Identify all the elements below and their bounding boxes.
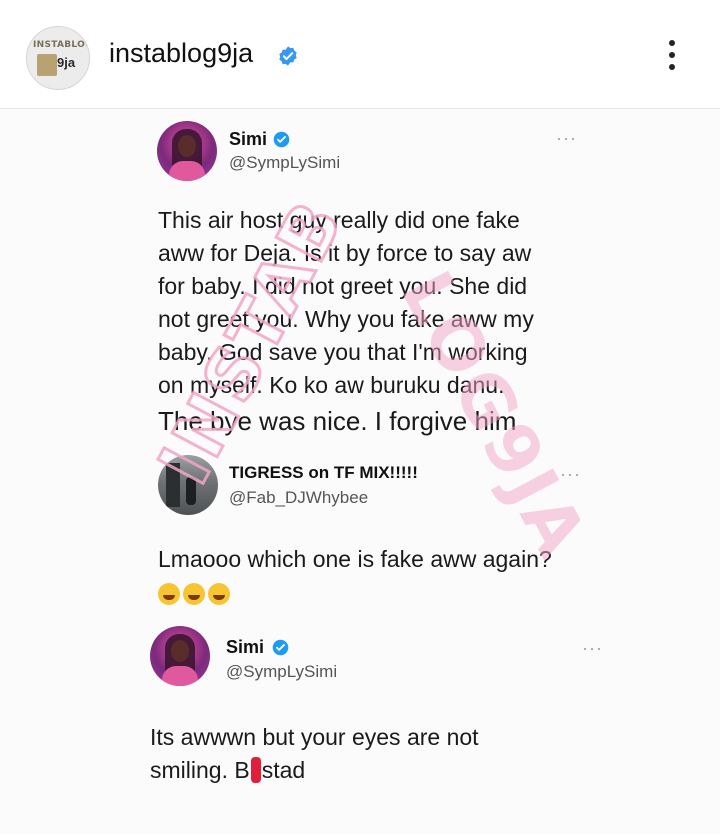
tweet-author-name: TIGRESS on TF MIX!!!!!	[229, 463, 418, 482]
tweet-avatar	[157, 121, 217, 181]
more-horizontal-icon: ···	[582, 638, 603, 658]
verified-badge-icon	[272, 639, 289, 656]
profile-username[interactable]: instablog9ja	[109, 38, 253, 69]
redaction-mark	[250, 757, 261, 783]
tweet-avatar	[150, 626, 210, 686]
post-header: INSTABLOG 9ja instablog9ja	[0, 0, 720, 109]
tweet-author-handle: @SympLySimi	[226, 662, 338, 681]
tweet-text: This air host guy really did one fake aw…	[158, 207, 534, 436]
laughing-face-emoji	[208, 583, 230, 605]
tweet-author-handle: @SympLySimi	[229, 153, 341, 172]
avatar-logo-number: 9ja	[57, 55, 76, 70]
tweet-author-name: Simi	[226, 637, 265, 657]
tweet-text: Its awwwn but your eyes are not smiling.…	[150, 724, 479, 783]
tweet-author-name: Simi	[229, 129, 268, 149]
avatar-logo-shape	[37, 54, 57, 76]
more-horizontal-icon: ···	[556, 128, 577, 148]
tweet-text: Lmaooo which one is fake aww again?	[158, 543, 552, 611]
emoji-row	[158, 578, 552, 611]
avatar-logo-text: INSTABLOG	[33, 40, 90, 50]
tweet-author-handle: @Fab_DJWhybee	[229, 488, 369, 507]
laughing-face-emoji	[158, 583, 180, 605]
more-vertical-icon[interactable]	[664, 40, 680, 76]
more-horizontal-icon: ···	[560, 464, 581, 484]
profile-avatar[interactable]: INSTABLOG 9ja	[26, 26, 90, 90]
verified-badge-icon	[279, 46, 297, 66]
tweet-avatar	[158, 455, 218, 515]
laughing-face-emoji	[183, 583, 205, 605]
verified-badge-icon	[273, 131, 290, 148]
post-image: Simi @SympLySimi ··· This air host guy r…	[0, 109, 720, 834]
